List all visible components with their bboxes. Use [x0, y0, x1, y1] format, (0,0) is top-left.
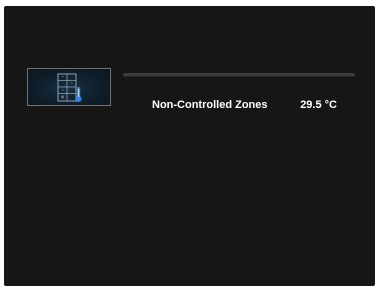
screen-panel: Non-Controlled Zones 29.5 °C: [4, 6, 375, 286]
zone-temperature-value: 29.5 °C: [300, 99, 337, 111]
zone-name-label: Non-Controlled Zones: [152, 99, 268, 111]
zone-progress-bar: [123, 73, 355, 76]
zone-tile-button[interactable]: [27, 68, 111, 106]
zone-row[interactable]: Non-Controlled Zones 29.5 °C: [123, 97, 355, 113]
building-thermometer-icon: [57, 73, 82, 102]
